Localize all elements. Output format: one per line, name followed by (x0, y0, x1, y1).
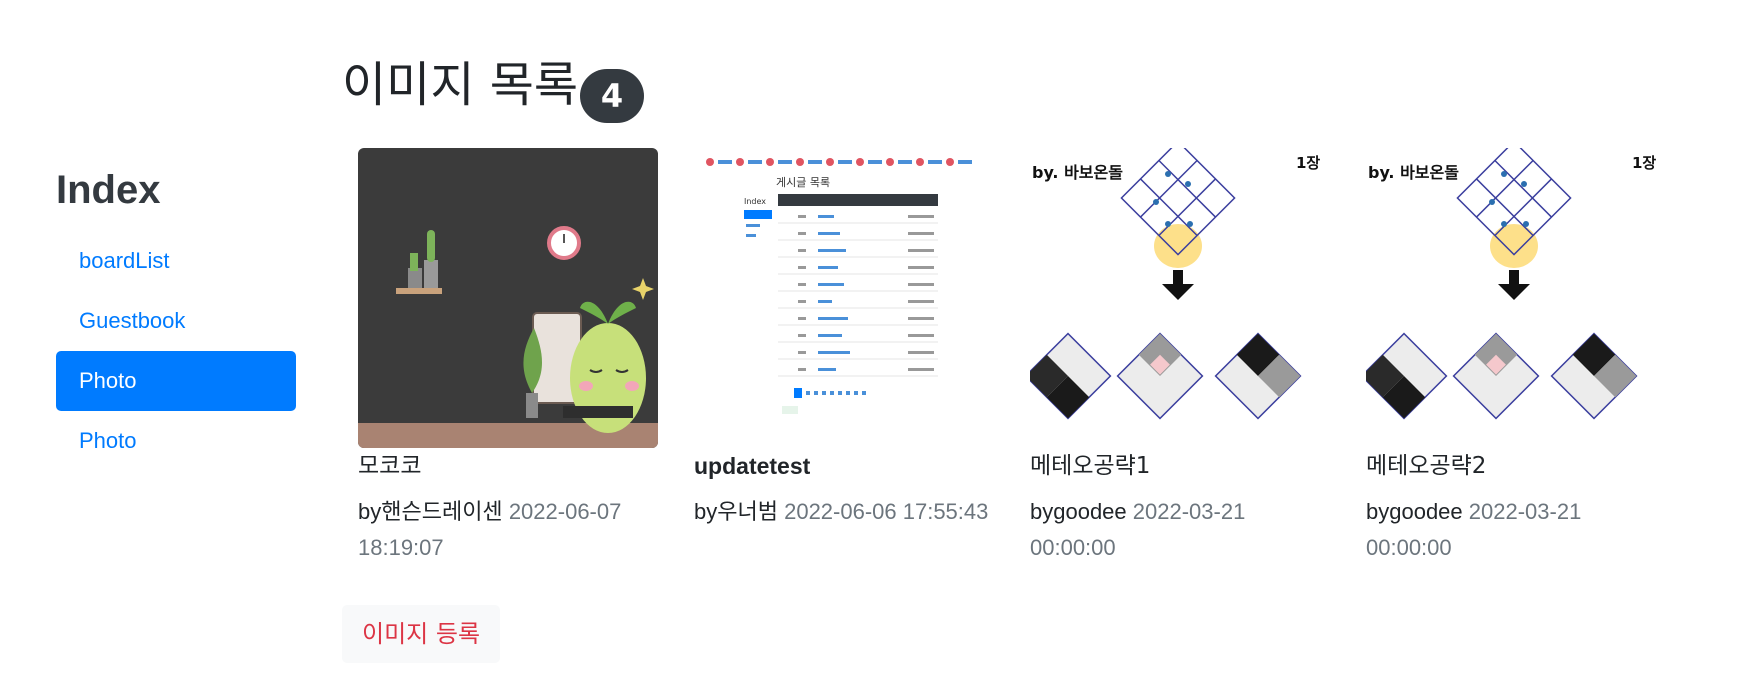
card-meta: bygoodee 2022-03-21 00:00:00 (1366, 494, 1666, 566)
card-author: by우너범 (694, 499, 778, 524)
card-date: 2022-06-06 17:55:43 (784, 499, 989, 524)
puzzle-author: by. 바보온돌 (1368, 163, 1459, 182)
mascot-image (358, 148, 658, 448)
card-thumbnail[interactable]: by. 바보온돌 1장 (1366, 148, 1666, 448)
board-screenshot-image: 게시글 목록 Index (694, 148, 994, 448)
sidebar-item-photo[interactable]: Photo (56, 411, 296, 471)
card-title[interactable]: 메테오공략2 (1366, 450, 1666, 482)
image-card[interactable]: by. 바보온돌 1장 (1366, 148, 1666, 566)
image-card[interactable]: 게시글 목록 Index updatetest by우너범 2022-06-06… (694, 148, 994, 530)
sidebar: Index boardList Guestbook Photo Photo (56, 165, 296, 471)
card-meta: by우너범 2022-06-06 17:55:43 (694, 494, 994, 530)
puzzle-author: by. 바보온돌 (1032, 163, 1123, 182)
sidebar-item-photo-active[interactable]: Photo (56, 351, 296, 411)
card-title[interactable]: 메테오공략1 (1030, 450, 1330, 482)
card-author: bygoodee (1030, 499, 1127, 524)
card-meta: bygoodee 2022-03-21 00:00:00 (1030, 494, 1330, 566)
register-image-button[interactable]: 이미지 등록 (342, 605, 501, 663)
image-card[interactable]: by. 바보온돌 1장 (1030, 148, 1330, 566)
image-card-list: 모코코 by핸슨드레이센 2022-06-07 18:19:07 게시글 목록 … (358, 148, 1738, 568)
board-heading: 게시글 목록 (776, 176, 830, 189)
puzzle-guide-image: by. 바보온돌 1장 (1366, 148, 1666, 448)
card-thumbnail[interactable] (358, 148, 658, 448)
card-title[interactable]: updatetest (694, 450, 994, 482)
sidebar-item-boardlist[interactable]: boardList (56, 231, 296, 291)
card-title[interactable]: 모코코 (358, 450, 658, 482)
card-author: by핸슨드레이센 (358, 499, 503, 524)
card-thumbnail[interactable]: 게시글 목록 Index (694, 148, 994, 448)
page-title-text: 이미지 목록 (342, 57, 579, 113)
puzzle-page: 1장 (1632, 154, 1656, 172)
sidebar-title: Index (56, 168, 161, 212)
puzzle-guide-image: by. 바보온돌 1장 (1030, 148, 1330, 448)
card-thumbnail[interactable]: by. 바보온돌 1장 (1030, 148, 1330, 448)
card-meta: by핸슨드레이센 2022-06-07 18:19:07 (358, 494, 658, 566)
card-author: bygoodee (1366, 499, 1463, 524)
sidebar-item-guestbook[interactable]: Guestbook (56, 291, 296, 351)
count-badge: 4 (580, 69, 645, 123)
board-sidebar-title: Index (744, 197, 766, 206)
page-title: 이미지 목록 4 (342, 50, 645, 123)
image-card[interactable]: 모코코 by핸슨드레이센 2022-06-07 18:19:07 (358, 148, 658, 566)
puzzle-page: 1장 (1296, 154, 1320, 172)
